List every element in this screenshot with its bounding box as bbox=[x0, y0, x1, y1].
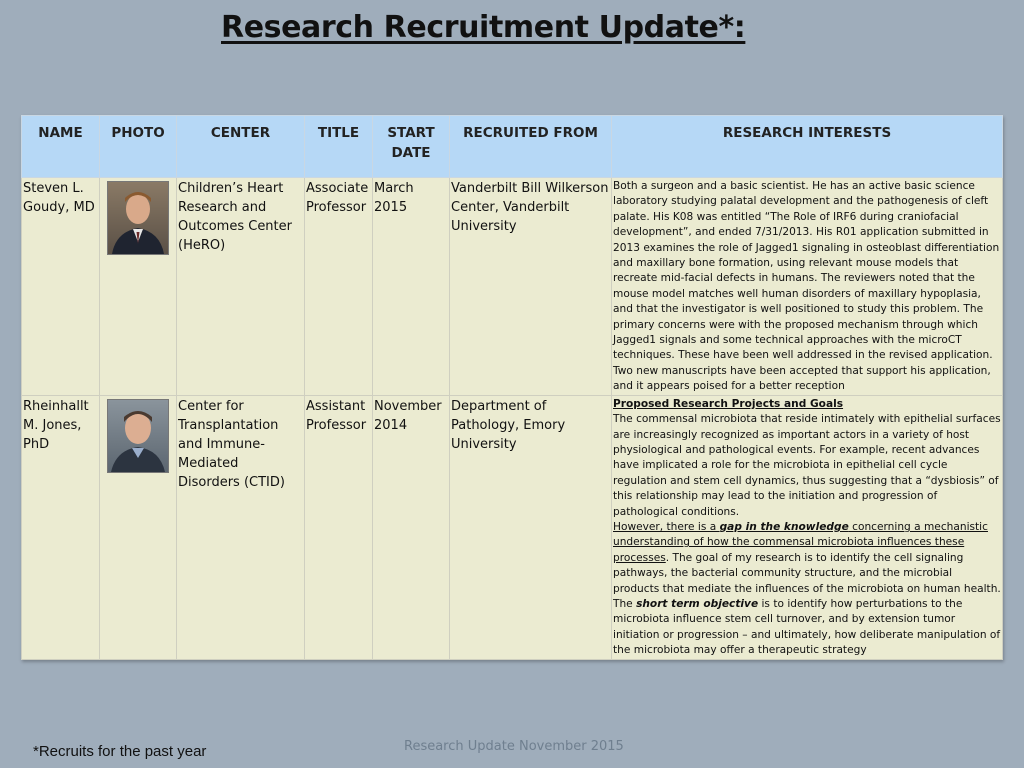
cell-research-interests: Proposed Research Projects and Goals The … bbox=[611, 394, 1003, 660]
header-recruited-from: RECRUITED FROM bbox=[449, 115, 612, 178]
cell-start-date: November 2014 bbox=[372, 394, 450, 660]
interests-gap-pre: However, there is a bbox=[613, 520, 720, 533]
cell-center: Children’s Heart Research and Outcomes C… bbox=[176, 177, 305, 396]
page-title: Research Recruitment Update*: bbox=[221, 10, 746, 45]
portrait-photo bbox=[107, 181, 169, 255]
cell-photo bbox=[99, 177, 177, 396]
cell-photo bbox=[99, 394, 177, 660]
cell-recruited-from: Vanderbilt Bill Wilkerson Center, Vander… bbox=[449, 177, 612, 396]
interests-paragraph: The commensal microbiota that reside int… bbox=[613, 413, 1001, 518]
header-start-date: START DATE bbox=[372, 115, 450, 178]
cell-start-date: March 2015 bbox=[372, 177, 450, 396]
interests-heading: Proposed Research Projects and Goals bbox=[613, 397, 844, 410]
cell-recruited-from: Department of Pathology, Emory Universit… bbox=[449, 394, 612, 660]
recruitment-table: NAME PHOTO CENTER TITLE START DATE RECRU… bbox=[21, 115, 1003, 660]
cell-name: Steven L. Goudy, MD bbox=[21, 177, 100, 396]
person-portrait-icon bbox=[111, 410, 165, 472]
header-research-interests: RESEARCH INTERESTS bbox=[611, 115, 1003, 178]
cell-name: Rheinhallt M. Jones, PhD bbox=[21, 394, 100, 660]
header-center: CENTER bbox=[176, 115, 305, 178]
cell-center: Center for Transplantation and Immune-Me… bbox=[176, 394, 305, 660]
table-row: Rheinhallt M. Jones, PhD Center for Tran… bbox=[21, 394, 1003, 660]
cell-title: Assistant Professor bbox=[304, 394, 373, 660]
header-photo: PHOTO bbox=[99, 115, 177, 178]
portrait-photo bbox=[107, 398, 169, 473]
header-row: NAME PHOTO CENTER TITLE START DATE RECRU… bbox=[21, 115, 1003, 178]
cell-title: Associate Professor bbox=[304, 177, 373, 396]
interests-gap-emphasis: gap in the knowledge bbox=[719, 520, 849, 533]
person-portrait-icon bbox=[112, 192, 164, 254]
interests-short-term-objective: short term objective bbox=[636, 597, 759, 610]
footer-text: Research Update November 2015 bbox=[404, 739, 624, 754]
cell-research-interests: Both a surgeon and a basic scientist. He… bbox=[611, 177, 1003, 396]
header-name: NAME bbox=[21, 115, 100, 178]
table-row: Steven L. Goudy, MD Children’s Heart Res… bbox=[21, 177, 1003, 396]
header-title: TITLE bbox=[304, 115, 373, 178]
footnote: *Recruits for the past year bbox=[33, 743, 207, 760]
